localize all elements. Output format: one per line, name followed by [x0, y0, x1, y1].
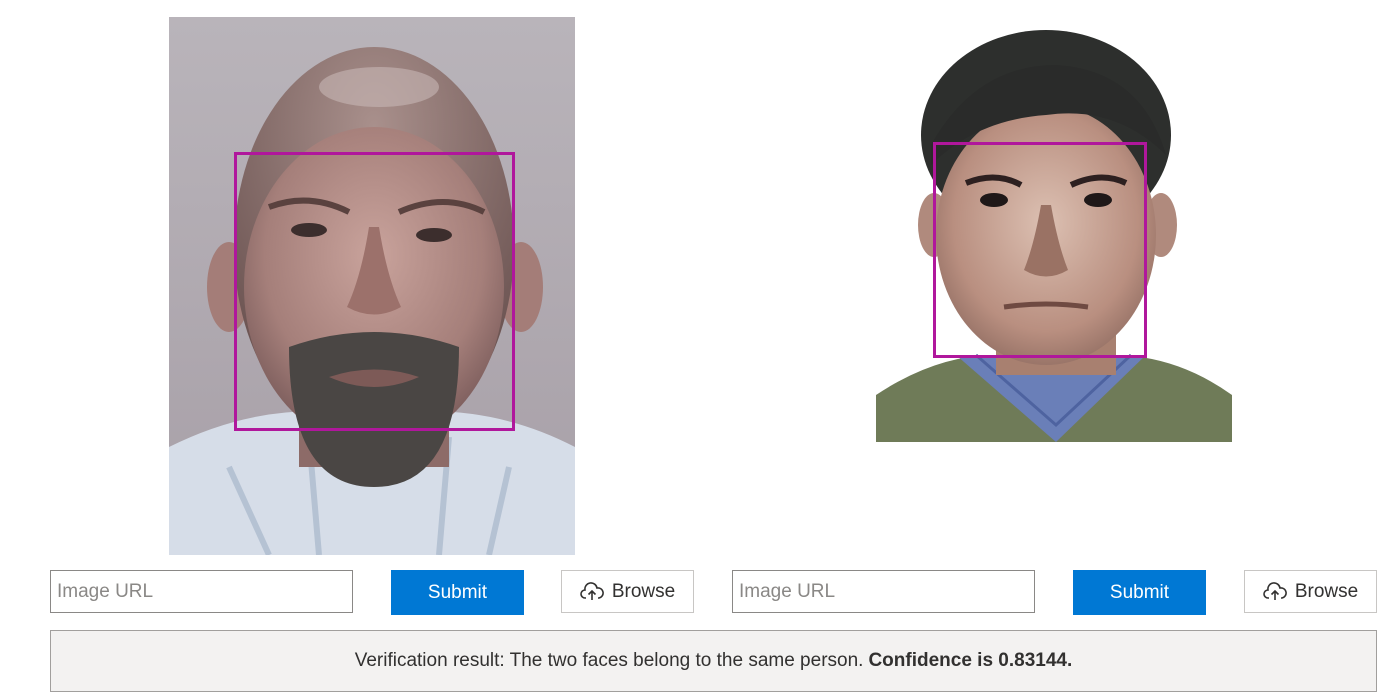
browse-label-right: Browse	[1294, 580, 1359, 602]
verification-result-text: Verification result: The two faces belon…	[354, 650, 864, 671]
verification-result-bar: Verification result: The two faces belon…	[50, 630, 1377, 692]
image-url-input-left[interactable]	[50, 570, 353, 613]
confidence-text: Confidence is 0.83144.	[868, 650, 1073, 671]
submit-button-right[interactable]: Submit	[1073, 570, 1206, 615]
face-detection-box-left	[234, 152, 515, 431]
browse-button-left[interactable]: Browse	[561, 570, 694, 613]
image-url-input-right[interactable]	[732, 570, 1035, 613]
browse-label-left: Browse	[611, 580, 676, 602]
submit-button-left[interactable]: Submit	[391, 570, 524, 615]
cloud-upload-icon	[580, 581, 604, 602]
face-detection-box-right	[933, 142, 1147, 358]
cloud-upload-icon	[1263, 581, 1287, 602]
browse-button-right[interactable]: Browse	[1244, 570, 1377, 613]
